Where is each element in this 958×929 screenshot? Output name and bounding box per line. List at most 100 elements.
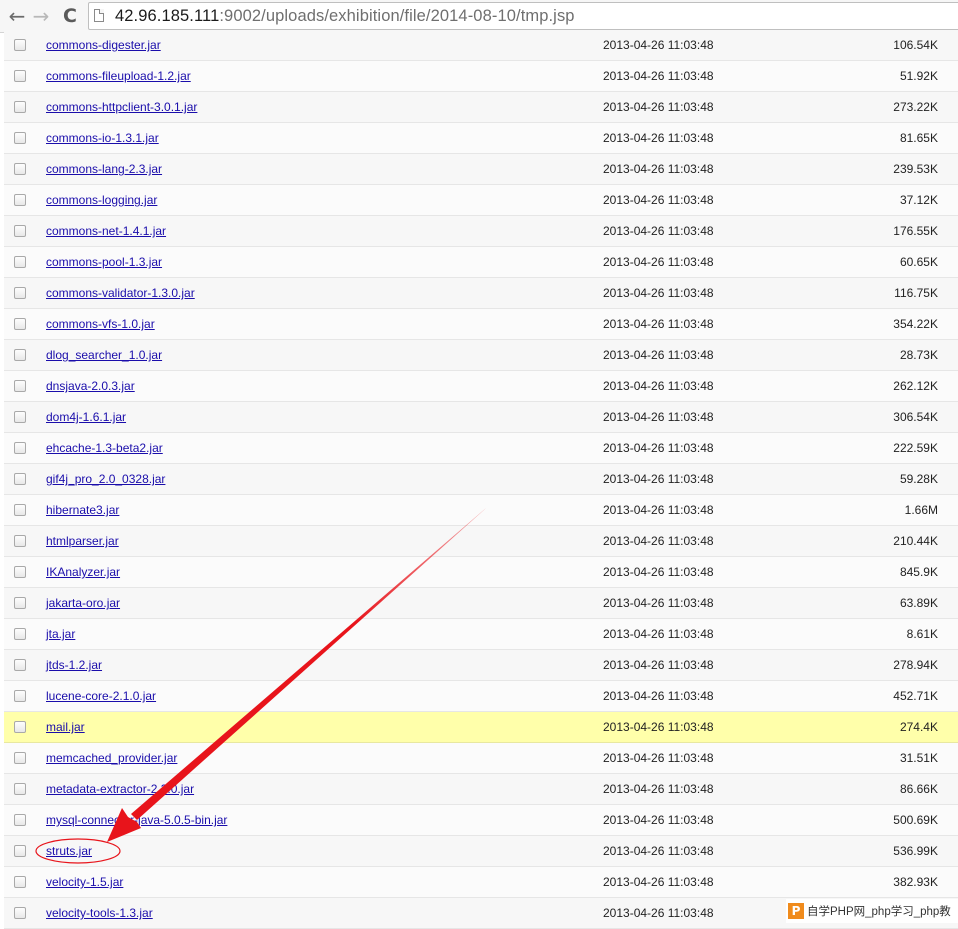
file-row[interactable]: commons-net-1.4.1.jar 2013-04-26 11:03:48… <box>4 216 958 247</box>
file-row[interactable]: commons-lang-2.3.jar 2013-04-26 11:03:48 2… <box>4 154 958 185</box>
file-size: 278.94K <box>893 658 938 672</box>
file-checkbox[interactable] <box>14 721 26 733</box>
file-checkbox[interactable] <box>14 101 26 113</box>
file-name-link[interactable]: jta.jar <box>46 627 75 641</box>
file-row[interactable]: commons-validator-1.3.0.jar 2013-04-26 11… <box>4 278 958 309</box>
file-row[interactable]: lucene-core-2.1.0.jar 2013-04-26 11:03:48… <box>4 681 958 712</box>
file-row[interactable]: commons-digester.jar 2013-04-26 11:03:48 1… <box>4 30 958 61</box>
file-checkbox[interactable] <box>14 597 26 609</box>
file-name-link[interactable]: jakarta-oro.jar <box>46 596 120 610</box>
file-checkbox[interactable] <box>14 349 26 361</box>
file-row[interactable]: dom4j-1.6.1.jar 2013-04-26 11:03:48 306.54… <box>4 402 958 433</box>
file-name-link[interactable]: commons-net-1.4.1.jar <box>46 224 166 238</box>
url-text[interactable]: 42.96.185.111:9002/uploads/exhibition/fi… <box>115 7 575 26</box>
file-checkbox[interactable] <box>14 907 26 919</box>
file-checkbox[interactable] <box>14 70 26 82</box>
file-checkbox[interactable] <box>14 39 26 51</box>
file-row[interactable]: mail.jar 2013-04-26 11:03:48 274.4K <box>4 712 958 743</box>
file-row[interactable]: jtds-1.2.jar 2013-04-26 11:03:48 278.94K <box>4 650 958 681</box>
url-path: :9002/uploads/exhibition/file/2014-08-10… <box>219 7 575 25</box>
file-row[interactable]: mysql-connector-java-5.0.5-bin.jar 2013-0… <box>4 805 958 836</box>
file-date: 2013-04-26 11:03:48 <box>603 472 714 486</box>
file-name-link[interactable]: commons-httpclient-3.0.1.jar <box>46 100 197 114</box>
file-date: 2013-04-26 11:03:48 <box>603 720 714 734</box>
file-checkbox[interactable] <box>14 287 26 299</box>
file-row[interactable]: dlog_searcher_1.0.jar 2013-04-26 11:03:48… <box>4 340 958 371</box>
file-row[interactable]: struts.jar 2013-04-26 11:03:48 536.99K <box>4 836 958 867</box>
file-size: 273.22K <box>893 100 938 114</box>
file-row[interactable]: commons-fileupload-1.2.jar 2013-04-26 11:… <box>4 61 958 92</box>
file-size: 86.66K <box>899 782 938 796</box>
file-checkbox[interactable] <box>14 659 26 671</box>
file-checkbox[interactable] <box>14 380 26 392</box>
file-row[interactable]: ehcache-1.3-beta2.jar 2013-04-26 11:03:48… <box>4 433 958 464</box>
address-bar[interactable]: 42.96.185.111:9002/uploads/exhibition/fi… <box>88 2 958 30</box>
file-checkbox[interactable] <box>14 411 26 423</box>
file-date: 2013-04-26 11:03:48 <box>603 503 714 517</box>
file-name-link[interactable]: velocity-tools-1.3.jar <box>46 906 153 920</box>
file-row[interactable]: commons-pool-1.3.jar 2013-04-26 11:03:48 6… <box>4 247 958 278</box>
file-checkbox[interactable] <box>14 783 26 795</box>
file-checkbox[interactable] <box>14 473 26 485</box>
back-arrow-icon[interactable]: ← <box>6 5 28 27</box>
file-row[interactable]: hibernate3.jar 2013-04-26 11:03:48 1.66M <box>4 495 958 526</box>
file-name-link[interactable]: commons-io-1.3.1.jar <box>46 131 159 145</box>
file-checkbox[interactable] <box>14 814 26 826</box>
file-name-link[interactable]: commons-logging.jar <box>46 193 157 207</box>
file-checkbox[interactable] <box>14 318 26 330</box>
file-row[interactable]: commons-httpclient-3.0.1.jar 2013-04-26 1… <box>4 92 958 123</box>
file-row[interactable]: metadata-extractor-2.3.0.jar 2013-04-26 1… <box>4 774 958 805</box>
file-checkbox[interactable] <box>14 566 26 578</box>
file-row[interactable]: IKAnalyzer.jar 2013-04-26 11:03:48 845.9K <box>4 557 958 588</box>
file-name-link[interactable]: commons-validator-1.3.0.jar <box>46 286 195 300</box>
file-name-link[interactable]: commons-pool-1.3.jar <box>46 255 162 269</box>
file-name-link[interactable]: IKAnalyzer.jar <box>46 565 120 579</box>
file-name-link[interactable]: lucene-core-2.1.0.jar <box>46 689 156 703</box>
file-checkbox[interactable] <box>14 132 26 144</box>
file-name-link[interactable]: jtds-1.2.jar <box>46 658 102 672</box>
file-row[interactable]: htmlparser.jar 2013-04-26 11:03:48 210.44K <box>4 526 958 557</box>
file-checkbox[interactable] <box>14 628 26 640</box>
file-name-link[interactable]: mail.jar <box>46 720 85 734</box>
file-name-link[interactable]: velocity-1.5.jar <box>46 875 123 889</box>
file-name-link[interactable]: hibernate3.jar <box>46 503 119 517</box>
file-name-link[interactable]: commons-vfs-1.0.jar <box>46 317 155 331</box>
file-checkbox[interactable] <box>14 442 26 454</box>
file-row[interactable]: velocity-1.5.jar 2013-04-26 11:03:48 382.9… <box>4 867 958 898</box>
file-name-link[interactable]: htmlparser.jar <box>46 534 119 548</box>
file-row[interactable]: memcached_provider.jar 2013-04-26 11:03:4… <box>4 743 958 774</box>
file-row[interactable]: dnsjava-2.0.3.jar 2013-04-26 11:03:48 262.… <box>4 371 958 402</box>
file-row[interactable]: jakarta-oro.jar 2013-04-26 11:03:48 63.89K <box>4 588 958 619</box>
file-row[interactable]: commons-logging.jar 2013-04-26 11:03:48 37… <box>4 185 958 216</box>
file-row[interactable]: gif4j_pro_2.0_0328.jar 2013-04-26 11:03:4… <box>4 464 958 495</box>
file-checkbox[interactable] <box>14 876 26 888</box>
file-checkbox[interactable] <box>14 256 26 268</box>
file-checkbox[interactable] <box>14 225 26 237</box>
file-date: 2013-04-26 11:03:48 <box>603 255 714 269</box>
file-name-link[interactable]: struts.jar <box>46 844 92 858</box>
file-name-link[interactable]: commons-digester.jar <box>46 38 161 52</box>
file-checkbox[interactable] <box>14 163 26 175</box>
file-name-link[interactable]: dom4j-1.6.1.jar <box>46 410 126 424</box>
file-row[interactable]: commons-vfs-1.0.jar 2013-04-26 11:03:48 35… <box>4 309 958 340</box>
file-checkbox[interactable] <box>14 504 26 516</box>
file-name-link[interactable]: memcached_provider.jar <box>46 751 177 765</box>
file-checkbox[interactable] <box>14 194 26 206</box>
file-row[interactable]: jta.jar 2013-04-26 11:03:48 8.61K <box>4 619 958 650</box>
file-row[interactable]: commons-io-1.3.1.jar 2013-04-26 11:03:48 8… <box>4 123 958 154</box>
file-checkbox[interactable] <box>14 752 26 764</box>
file-checkbox[interactable] <box>14 690 26 702</box>
reload-icon[interactable]: C <box>59 5 81 27</box>
file-name-link[interactable]: metadata-extractor-2.3.0.jar <box>46 782 194 796</box>
file-name-link[interactable]: dlog_searcher_1.0.jar <box>46 348 162 362</box>
file-size: 176.55K <box>893 224 938 238</box>
file-checkbox[interactable] <box>14 845 26 857</box>
file-name-link[interactable]: commons-fileupload-1.2.jar <box>46 69 191 83</box>
file-name-link[interactable]: commons-lang-2.3.jar <box>46 162 162 176</box>
file-name-link[interactable]: mysql-connector-java-5.0.5-bin.jar <box>46 813 227 827</box>
file-name-link[interactable]: gif4j_pro_2.0_0328.jar <box>46 472 165 486</box>
file-checkbox[interactable] <box>14 535 26 547</box>
file-name-link[interactable]: ehcache-1.3-beta2.jar <box>46 441 163 455</box>
file-name-link[interactable]: dnsjava-2.0.3.jar <box>46 379 135 393</box>
forward-arrow-icon[interactable]: → <box>30 5 52 27</box>
